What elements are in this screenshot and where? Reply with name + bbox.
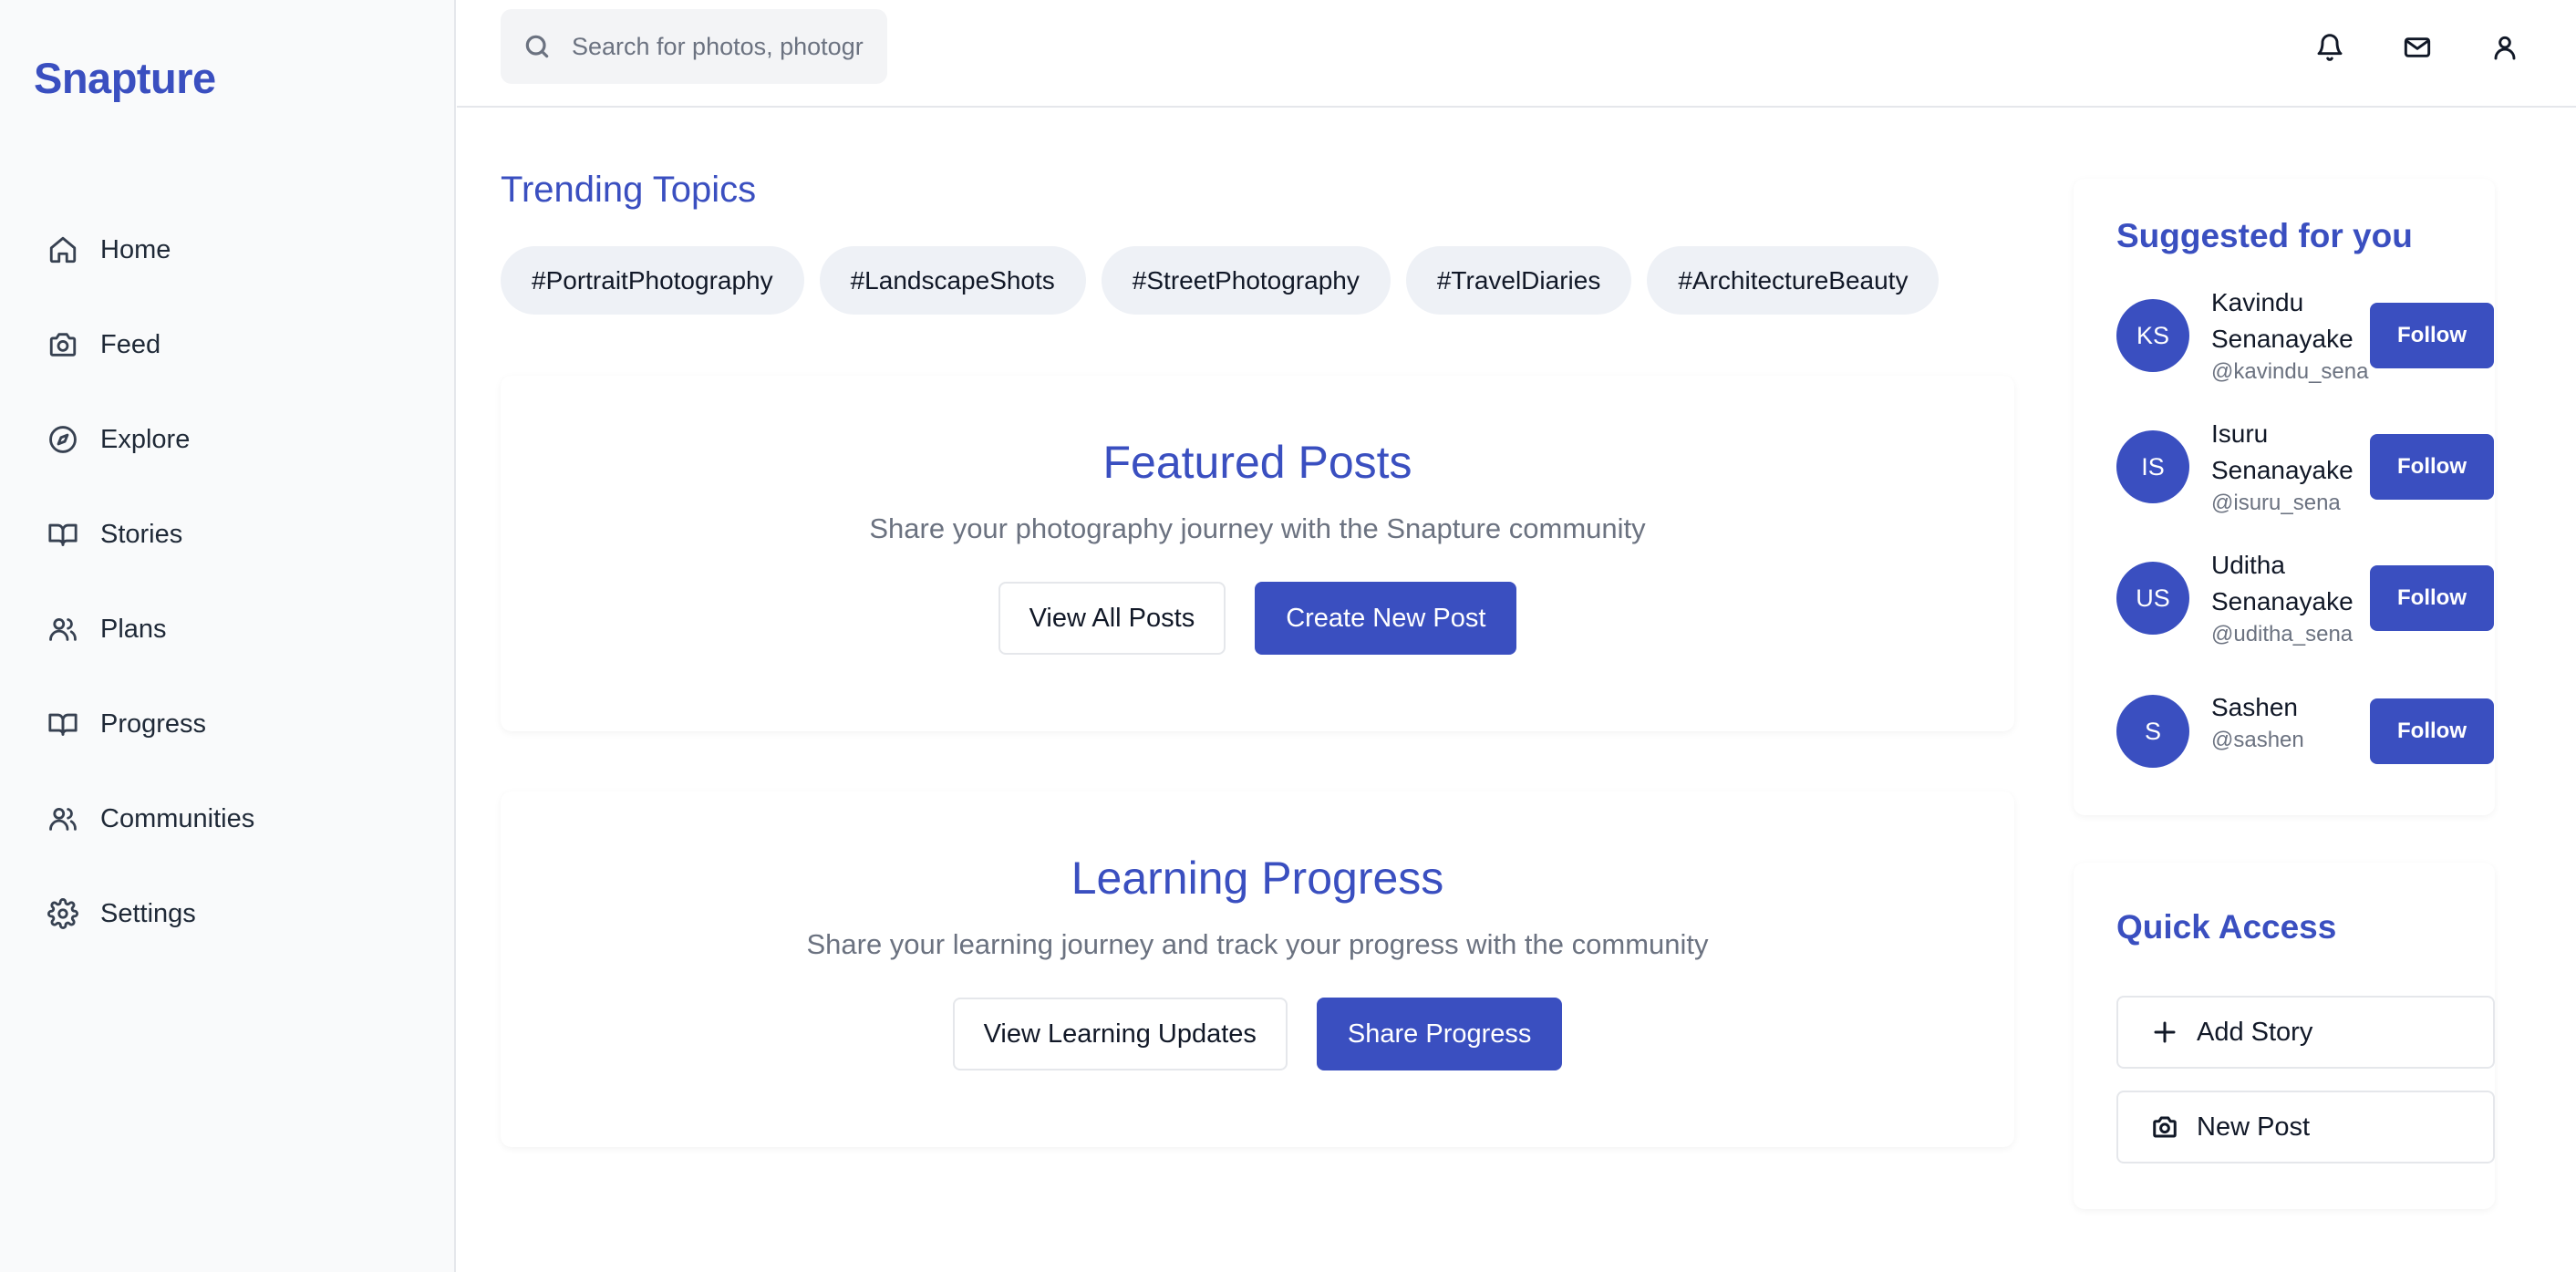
sidebar: Snapture Home Feed Explore Stories Plans — [0, 0, 456, 1272]
trending-tag[interactable]: #StreetPhotography — [1101, 246, 1391, 315]
follow-button[interactable]: Follow — [2370, 565, 2494, 631]
follow-button[interactable]: Follow — [2370, 698, 2494, 764]
quick-access-title: Quick Access — [2116, 908, 2337, 946]
sidebar-item-label: Communities — [100, 803, 255, 833]
user-handle: @kavindu_sena — [2211, 359, 2369, 384]
user-icon — [2494, 36, 2516, 60]
follow-button[interactable]: Follow — [2370, 434, 2494, 500]
profile-button[interactable] — [2487, 29, 2523, 66]
sidebar-item-explore[interactable]: Explore — [0, 392, 456, 487]
sidebar-item-communities[interactable]: Communities — [0, 771, 456, 866]
top-bar — [457, 0, 2576, 108]
sidebar-item-label: Explore — [100, 424, 191, 454]
add-story-button[interactable]: Add Story — [2116, 996, 2495, 1069]
sidebar-item-stories[interactable]: Stories — [0, 487, 456, 582]
suggested-title: Suggested for you — [2116, 217, 2413, 254]
featured-posts-card: Featured Posts Share your photography jo… — [501, 376, 2014, 731]
header-actions — [2260, 29, 2576, 66]
compass-icon — [49, 426, 77, 453]
sidebar-item-label: Home — [100, 234, 171, 264]
sidebar-item-progress[interactable]: Progress — [0, 677, 456, 771]
book-open-icon — [48, 713, 78, 736]
avatar[interactable]: US — [2116, 562, 2189, 635]
camera-icon — [2153, 1116, 2177, 1138]
quick-access-label: Add Story — [2197, 1017, 2313, 1047]
user-handle: @isuru_sena — [2211, 491, 2341, 515]
view-all-posts-button[interactable]: View All Posts — [998, 582, 1226, 655]
view-learning-updates-button[interactable]: View Learning Updates — [952, 998, 1288, 1070]
user-name[interactable]: Isuru Senanayake — [2211, 416, 2375, 489]
sidebar-item-label: Feed — [100, 329, 161, 359]
home-icon — [49, 236, 77, 264]
learning-progress-card: Learning Progress Share your learning jo… — [501, 791, 2014, 1147]
sidebar-item-feed[interactable]: Feed — [0, 297, 456, 392]
camera-icon — [49, 333, 77, 357]
search-icon — [525, 35, 549, 58]
messages-button[interactable] — [2399, 29, 2436, 66]
sidebar-item-label: Progress — [100, 708, 207, 739]
create-new-post-button[interactable]: Create New Post — [1255, 582, 1517, 655]
trending-tag[interactable]: #TravelDiaries — [1405, 246, 1632, 315]
sidebar-item-label: Plans — [100, 614, 167, 644]
users-icon — [49, 807, 77, 831]
featured-posts-title: Featured Posts — [1102, 437, 1412, 488]
book-open-icon — [48, 523, 78, 546]
follow-button[interactable]: Follow — [2370, 303, 2494, 368]
user-handle: @uditha_sena — [2211, 622, 2354, 646]
suggested-panel: Suggested for you KS Kavindu Senanayake … — [2074, 179, 2495, 815]
bell-icon — [2317, 34, 2343, 61]
notifications-button[interactable] — [2312, 29, 2348, 66]
mail-icon — [2404, 37, 2431, 57]
sidebar-item-settings[interactable]: Settings — [0, 866, 456, 961]
trending-tag[interactable]: #ArchitectureBeauty — [1647, 246, 1940, 315]
featured-posts-subtitle: Share your photography journey with the … — [869, 512, 1646, 544]
user-name[interactable]: Kavindu Senanayake — [2211, 284, 2375, 357]
learning-actions: View Learning Updates Share Progress — [501, 998, 2014, 1070]
sidebar-item-label: Settings — [100, 898, 196, 928]
sidebar-item-label: Stories — [100, 519, 183, 549]
learning-progress-title: Learning Progress — [1071, 853, 1444, 904]
trending-tags: #PortraitPhotography #LandscapeShots #St… — [501, 246, 1954, 315]
search-input[interactable] — [572, 32, 864, 61]
trending-title: Trending Topics — [501, 170, 757, 210]
quick-access-label: New Post — [2197, 1112, 2311, 1142]
gear-icon — [47, 898, 78, 929]
users-icon — [49, 617, 77, 641]
trending-tag[interactable]: #LandscapeShots — [819, 246, 1086, 315]
user-name[interactable]: Uditha Senanayake — [2211, 547, 2375, 620]
user-handle: @sashen — [2211, 728, 2304, 752]
featured-actions: View All Posts Create New Post — [501, 582, 2014, 655]
search-box[interactable] — [501, 9, 887, 84]
app-logo[interactable]: Snapture — [34, 53, 216, 103]
learning-progress-subtitle: Share your learning journey and track yo… — [806, 928, 1709, 960]
user-name[interactable]: Sashen — [2211, 689, 2375, 726]
share-progress-button[interactable]: Share Progress — [1316, 998, 1563, 1070]
avatar[interactable]: KS — [2116, 299, 2189, 372]
avatar[interactable]: S — [2116, 695, 2189, 768]
sidebar-item-home[interactable]: Home — [0, 202, 456, 297]
avatar[interactable]: IS — [2116, 430, 2189, 503]
trending-tag[interactable]: #PortraitPhotography — [501, 246, 804, 315]
app-root: Snapture Home Feed Explore Stories Plans — [0, 0, 2576, 1272]
new-post-button[interactable]: New Post — [2116, 1091, 2495, 1163]
plus-icon — [2154, 1021, 2176, 1043]
sidebar-item-plans[interactable]: Plans — [0, 582, 456, 677]
sidebar-nav: Home Feed Explore Stories Plans Progress — [0, 202, 456, 961]
quick-access-panel: Quick Access Add Story New Post — [2074, 863, 2495, 1209]
